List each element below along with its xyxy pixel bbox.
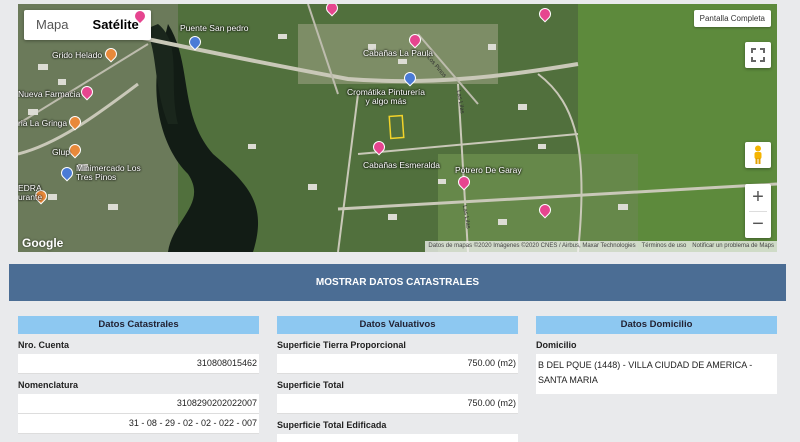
address-data-panel: Datos Domicilio Domicilio B DEL PQUE (14… — [536, 316, 777, 394]
field-label: Superficie Tierra Proporcional — [277, 334, 518, 354]
valuation-data-panel: Datos Valuativos Superficie Tierra Propo… — [277, 316, 518, 442]
place-label: Grido Helado — [52, 50, 103, 60]
map-imagery — [18, 4, 777, 252]
field-value: 3108290202022007 — [18, 394, 259, 414]
place-label: Glup — [52, 147, 70, 157]
cadastral-data-panel: Datos Catastrales Nro. Cuenta 3108080154… — [18, 316, 259, 434]
field-label: Superficie Total Edificada — [277, 414, 518, 434]
field-value — [277, 434, 518, 442]
attribution-data: Datos de mapas ©2020 Imágenes ©2020 CNES… — [428, 243, 636, 249]
fullscreen-text-button[interactable]: Pantalla Completa — [693, 10, 771, 27]
place-label: Potrero De Garay — [455, 165, 522, 175]
page: Mapa Satélite Pantalla Completa + − Puen… — [0, 0, 800, 442]
map-type-mapa[interactable]: Mapa — [24, 10, 81, 40]
field-value: 750.00 (m2) — [277, 354, 518, 374]
panel-title: Datos Catastrales — [18, 316, 259, 334]
satellite-map[interactable]: Mapa Satélite Pantalla Completa + − Puen… — [18, 4, 777, 252]
fullscreen-icon — [751, 48, 765, 62]
street-view-pegman-button[interactable] — [745, 142, 771, 168]
zoom-separator — [749, 211, 767, 212]
field-label: Superficie Total — [277, 374, 518, 394]
field-value: 31 - 08 - 29 - 02 - 02 - 022 - 007 — [18, 414, 259, 434]
place-label: Puente San pedro — [180, 23, 249, 33]
address-value: B DEL PQUE (1448) - VILLA CIUDAD DE AMER… — [536, 354, 777, 394]
place-label: Cabañas La Paula — [363, 48, 433, 58]
report-problem-link[interactable]: Notificar un problema de Maps — [689, 241, 777, 252]
place-label: Cromátika Pinturería y algo más — [347, 87, 425, 106]
place-label: ria La Gringa — [18, 118, 68, 128]
field-value: 750.00 (m2) — [277, 394, 518, 414]
map-attribution: Datos de mapas ©2020 Imágenes ©2020 CNES… — [425, 241, 777, 252]
fullscreen-toggle-button[interactable] — [745, 42, 771, 68]
google-logo: Google — [22, 236, 64, 250]
field-label: Nro. Cuenta — [18, 334, 259, 354]
field-label: Nomenclatura — [18, 374, 259, 394]
place-label: EDRA urante — [18, 183, 43, 202]
place-label: Minimercado Los Tres Pinos — [76, 163, 141, 182]
field-label: Domicilio — [536, 334, 777, 354]
show-cadastral-data-button[interactable]: MOSTRAR DATOS CATASTRALES — [9, 264, 786, 301]
map-type-control: Mapa Satélite — [24, 10, 151, 40]
place-label: Nueva Farmacia — [18, 89, 81, 99]
zoom-in-button[interactable]: + — [745, 184, 771, 211]
pegman-icon — [754, 145, 762, 164]
terms-link[interactable]: Términos de uso — [639, 241, 690, 252]
panel-title: Datos Valuativos — [277, 316, 518, 334]
panel-title: Datos Domicilio — [536, 316, 777, 334]
zoom-control: + − — [745, 184, 771, 238]
field-value: 310808015462 — [18, 354, 259, 374]
zoom-out-button[interactable]: − — [745, 211, 771, 238]
place-label: Cabañas Esmeralda — [363, 160, 441, 170]
